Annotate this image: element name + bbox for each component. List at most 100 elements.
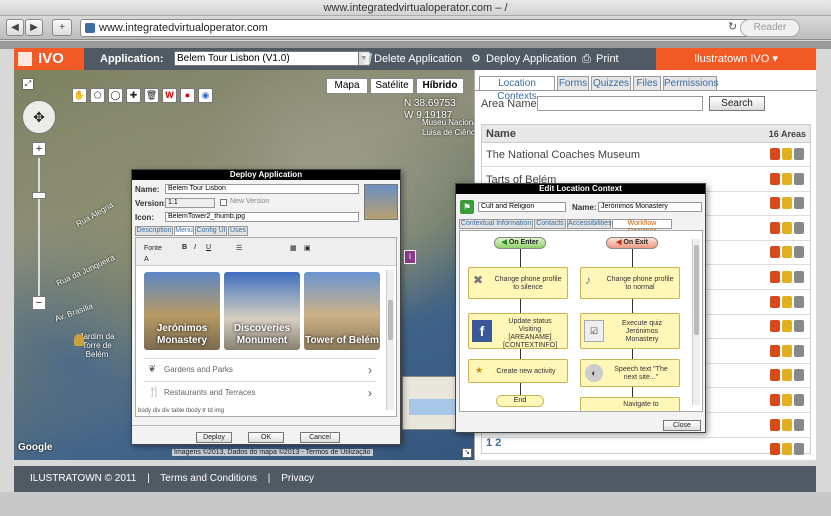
edit-icon[interactable]: [782, 320, 792, 333]
location-pin-icon[interactable]: [770, 418, 780, 431]
forward-button[interactable]: ▶: [25, 19, 43, 36]
pan-control-icon[interactable]: ✥: [22, 100, 56, 134]
delete-icon[interactable]: [794, 443, 804, 456]
subtab-workflow-designer[interactable]: Workflow Designer: [612, 219, 672, 235]
menu-row-restaurants[interactable]: 🍴 Restaurants and Terraces ›: [144, 381, 376, 403]
location-pin-icon[interactable]: [770, 369, 780, 382]
add-tab-button[interactable]: +: [52, 19, 72, 36]
edit-name-input[interactable]: Jerónimos Monastery: [598, 202, 702, 212]
subtab-description[interactable]: Description: [135, 226, 173, 236]
delete-icon[interactable]: [794, 148, 804, 160]
subtab-contacts[interactable]: Contacts: [534, 219, 566, 229]
edit-icon[interactable]: [782, 148, 792, 160]
delete-icon[interactable]: [794, 197, 804, 210]
zoom-slider-track[interactable]: [38, 158, 40, 298]
location-pin-icon[interactable]: [770, 172, 780, 185]
delete-icon[interactable]: [794, 344, 804, 357]
text-color-icon[interactable]: A: [144, 256, 149, 263]
workflow-canvas[interactable]: ◀ On Enter ◀ On Exit ✖ Change phone prof…: [459, 230, 703, 412]
delete-icon[interactable]: [794, 418, 804, 431]
tab-quizzes[interactable]: Quizzes: [591, 76, 631, 90]
bold-icon[interactable]: B: [182, 244, 187, 251]
version-input[interactable]: 1.1: [165, 198, 215, 208]
privacy-link[interactable]: Privacy: [281, 473, 314, 484]
location-pin-icon[interactable]: [770, 443, 780, 456]
edit-icon[interactable]: [782, 344, 792, 357]
user-menu[interactable]: Ilustratown IVO ▾: [656, 48, 816, 70]
location-pin-icon[interactable]: [770, 394, 780, 406]
delete-icon[interactable]: [794, 172, 804, 185]
location-pin-icon[interactable]: [770, 271, 780, 283]
end-node[interactable]: End: [496, 395, 544, 407]
deploy-name-input[interactable]: Belem Tour Lisbon: [165, 184, 359, 194]
area-row[interactable]: [482, 438, 810, 463]
delete-icon[interactable]: [794, 394, 804, 406]
image-icon[interactable]: ▣: [304, 244, 311, 252]
tile-jeronimos[interactable]: Jerónimos Monastery: [144, 272, 220, 350]
tile-discoveries[interactable]: Discoveries Monument: [224, 272, 300, 350]
map-type-mapa[interactable]: Mapa: [326, 78, 368, 94]
tab-forms[interactable]: Forms: [557, 76, 589, 90]
subtab-menu[interactable]: Menu: [174, 226, 194, 236]
area-name-input[interactable]: [537, 96, 703, 111]
edit-icon[interactable]: [782, 418, 792, 431]
location-pin-icon[interactable]: [770, 246, 780, 259]
workflow-node-navigate[interactable]: Navigate to: [580, 397, 680, 411]
location-pin-icon[interactable]: [770, 221, 780, 234]
list-icon[interactable]: ☰: [236, 244, 242, 252]
delete-icon[interactable]: [794, 221, 804, 234]
zoom-out-icon[interactable]: −: [32, 296, 46, 310]
tile-tower-belem[interactable]: Tower of Belém: [304, 272, 380, 350]
edit-icon[interactable]: [782, 221, 792, 234]
edit-icon[interactable]: [782, 197, 792, 210]
delete-icon[interactable]: [794, 295, 804, 308]
wikipedia-layer-icon[interactable]: W: [162, 88, 177, 103]
delete-application-button[interactable]: Delete Application: [374, 48, 462, 70]
delete-icon[interactable]: [794, 246, 804, 259]
subtab-accessibilities[interactable]: Accessibilities: [567, 219, 612, 229]
place-marker-icon[interactable]: [74, 334, 84, 346]
tab-permissions[interactable]: Permissions: [663, 76, 718, 90]
subtab-contextual-information[interactable]: Contextual Information: [459, 219, 533, 229]
italic-icon[interactable]: I: [194, 244, 196, 251]
delete-shape-icon[interactable]: 🗑: [144, 88, 159, 103]
edit-icon[interactable]: [782, 443, 792, 456]
edit-icon[interactable]: [782, 271, 792, 283]
editor-scrollbar[interactable]: [386, 270, 394, 410]
location-marker-icon[interactable]: i: [404, 250, 416, 264]
back-button[interactable]: ◀: [6, 19, 24, 36]
tab-files[interactable]: Files: [633, 76, 661, 90]
map-type-satelite[interactable]: Satélite: [370, 78, 414, 94]
globe-icon[interactable]: ◉: [198, 88, 213, 103]
map-type-hibrido[interactable]: Híbrido: [416, 78, 464, 94]
location-pin-icon[interactable]: [770, 148, 780, 160]
reader-button[interactable]: Reader: [740, 19, 800, 37]
delete-icon[interactable]: [794, 271, 804, 283]
delete-icon[interactable]: [794, 320, 804, 333]
deploy-button[interactable]: Deploy: [196, 432, 232, 443]
application-select[interactable]: Belem Tour Lisbon (V1.0) ▼: [174, 51, 370, 66]
workflow-node-activity[interactable]: ★ Create new activity: [468, 359, 568, 383]
menu-row-gardens[interactable]: ❦ Gardens and Parks ›: [144, 358, 376, 380]
edit-icon[interactable]: [782, 246, 792, 259]
category-input[interactable]: Cult and Religion: [478, 202, 566, 212]
new-version-checkbox[interactable]: [220, 199, 227, 206]
on-enter-node[interactable]: ◀ On Enter: [494, 237, 546, 249]
editor-scrollbar-thumb[interactable]: [388, 300, 393, 340]
on-exit-node[interactable]: ◀ On Exit: [606, 237, 658, 249]
terms-link[interactable]: Terms and Conditions: [160, 473, 257, 484]
print-button[interactable]: Print: [596, 48, 619, 70]
polygon-tool-icon[interactable]: ⬠: [90, 88, 105, 103]
icon-select[interactable]: BelemTower2_thumb.jpg: [165, 212, 359, 222]
font-dropdown[interactable]: Fonte: [144, 245, 162, 252]
location-pin-icon[interactable]: [770, 344, 780, 357]
workflow-scrollbar[interactable]: [692, 239, 700, 405]
subtab-uses[interactable]: Uses: [228, 226, 248, 236]
red-marker-icon[interactable]: ●: [180, 88, 195, 103]
edit-icon[interactable]: [782, 295, 792, 308]
location-pin-icon[interactable]: [770, 295, 780, 308]
tab-location-contexts[interactable]: Location Contexts: [479, 76, 555, 102]
workflow-node-quiz[interactable]: ☑ Execute quiz Jerónimos Monastery: [580, 313, 680, 349]
hand-tool-icon[interactable]: ✋: [72, 88, 87, 103]
location-pin-icon[interactable]: [770, 320, 780, 333]
